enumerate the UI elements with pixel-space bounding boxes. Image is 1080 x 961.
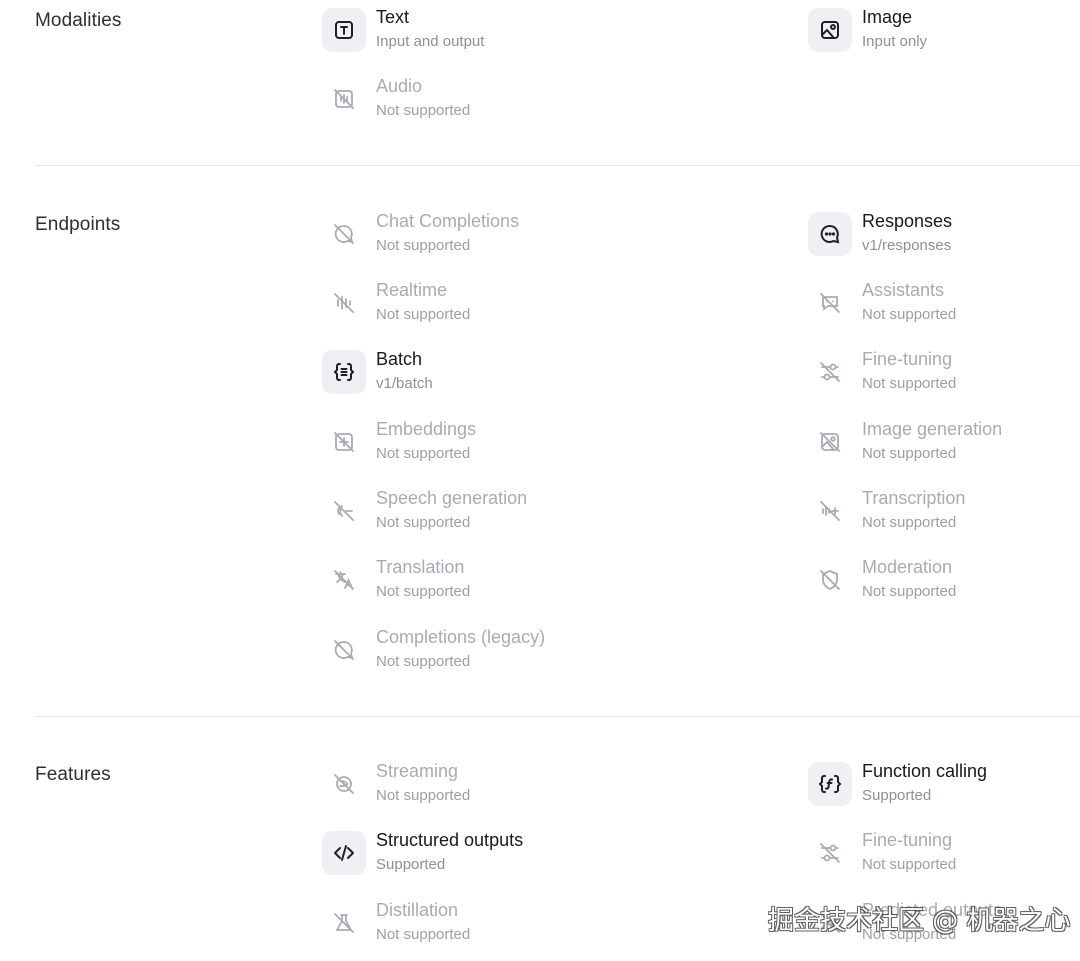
section-divider	[35, 716, 1080, 717]
capability-label: Distillation	[376, 900, 459, 920]
capability-item-fine-tuning-feature: Fine-tuning Not supported	[808, 830, 1080, 891]
capability-status: Not supported	[376, 653, 471, 670]
capability-item-function-calling: Function calling Supported	[808, 761, 1080, 822]
capability-status: Input only	[862, 33, 928, 50]
capability-label: Responses	[862, 211, 953, 231]
chat-bubble-icon	[808, 212, 852, 256]
speech-off-icon	[322, 489, 366, 533]
capability-item-translation: Translation Not supported	[322, 557, 642, 618]
watermark-text: 掘金技术社区 @ 机器之心	[768, 906, 1071, 936]
capability-status: Not supported	[376, 445, 471, 462]
translation-off-icon	[322, 558, 366, 602]
capability-item-streaming: Streaming Not supported	[322, 761, 642, 822]
capability-status: Not supported	[376, 583, 471, 600]
capability-item-responses: Responses v1/responses	[808, 211, 1080, 272]
capability-label: Realtime	[376, 280, 448, 300]
capability-label: Function calling	[862, 761, 988, 781]
code-icon	[322, 831, 366, 875]
section-divider	[35, 165, 1080, 166]
capability-label: Structured outputs	[376, 830, 524, 850]
capability-item-fine-tuning: Fine-tuning Not supported	[808, 349, 1080, 410]
capability-label: Moderation	[862, 557, 953, 577]
fine-tuning-off-icon	[808, 350, 852, 394]
audio-off-icon	[322, 77, 366, 121]
capability-label: Streaming	[376, 761, 459, 781]
capability-label: Image generation	[862, 419, 1003, 439]
capability-item-transcription: Transcription Not supported	[808, 488, 1080, 549]
section-title-features: Features	[35, 764, 111, 785]
capability-status: Not supported	[376, 102, 471, 119]
capability-item-embeddings: Embeddings Not supported	[322, 419, 642, 480]
capability-item-speech-generation: Speech generation Not supported	[322, 488, 642, 549]
capability-status: v1/batch	[376, 375, 433, 392]
capability-status: Not supported	[376, 514, 471, 531]
embeddings-off-icon	[322, 420, 366, 464]
capability-status: Input and output	[376, 33, 485, 50]
capability-item-completions-legacy: Completions (legacy) Not supported	[322, 627, 642, 688]
capability-label: Completions (legacy)	[376, 627, 546, 647]
capability-item-audio: Audio Not supported	[322, 76, 642, 137]
capability-status: Not supported	[376, 237, 471, 254]
capability-status: Not supported	[862, 375, 957, 392]
capability-item-text: Text Input and output	[322, 7, 642, 68]
capability-status: Not supported	[862, 445, 957, 462]
capability-label: Audio	[376, 76, 423, 96]
assistants-off-icon	[808, 281, 852, 325]
capability-item-structured-outputs: Structured outputs Supported	[322, 830, 642, 891]
capability-status: Not supported	[376, 787, 471, 804]
capability-status: Supported	[376, 856, 446, 873]
completions-off-icon	[322, 628, 366, 672]
section-title-endpoints: Endpoints	[35, 214, 121, 235]
transcription-off-icon	[808, 489, 852, 533]
capability-item-realtime: Realtime Not supported	[322, 280, 642, 341]
capability-status: Not supported	[862, 514, 957, 531]
capability-status: Not supported	[376, 306, 471, 323]
capability-status: v1/responses	[862, 237, 952, 254]
capability-status: Not supported	[862, 856, 957, 873]
capability-item-distillation: Distillation Not supported	[322, 900, 642, 961]
capability-item-assistants: Assistants Not supported	[808, 280, 1080, 341]
capability-status: Not supported	[376, 926, 471, 943]
capability-label: Fine-tuning	[862, 830, 953, 850]
batch-braces-icon	[322, 350, 366, 394]
capability-label: Transcription	[862, 488, 966, 508]
image-generation-off-icon	[808, 420, 852, 464]
capability-status: Supported	[862, 787, 932, 804]
streaming-off-icon	[322, 762, 366, 806]
capability-label: Batch	[376, 349, 423, 369]
capability-item-batch: Batch v1/batch	[322, 349, 642, 410]
function-icon	[808, 762, 852, 806]
capability-item-image: Image Input only	[808, 7, 1080, 68]
capability-status: Not supported	[862, 583, 957, 600]
capability-label: Fine-tuning	[862, 349, 953, 369]
capability-label: Embeddings	[376, 419, 477, 439]
capability-label: Translation	[376, 557, 465, 577]
capability-label: Text	[376, 7, 410, 27]
capability-label: Image	[862, 7, 913, 27]
section-title-modalities: Modalities	[35, 10, 122, 31]
capability-item-chat-completions: Chat Completions Not supported	[322, 211, 642, 272]
capability-label: Speech generation	[376, 488, 528, 508]
capability-label: Assistants	[862, 280, 945, 300]
capability-label: Chat Completions	[376, 211, 520, 231]
image-icon	[808, 8, 852, 52]
fine-tuning-off-icon	[808, 831, 852, 875]
capability-status: Not supported	[862, 306, 957, 323]
distillation-off-icon	[322, 901, 366, 945]
moderation-off-icon	[808, 558, 852, 602]
capability-item-image-generation: Image generation Not supported	[808, 419, 1080, 480]
realtime-off-icon	[322, 281, 366, 325]
chat-off-icon	[322, 212, 366, 256]
text-icon	[322, 8, 366, 52]
capability-item-moderation: Moderation Not supported	[808, 557, 1080, 618]
